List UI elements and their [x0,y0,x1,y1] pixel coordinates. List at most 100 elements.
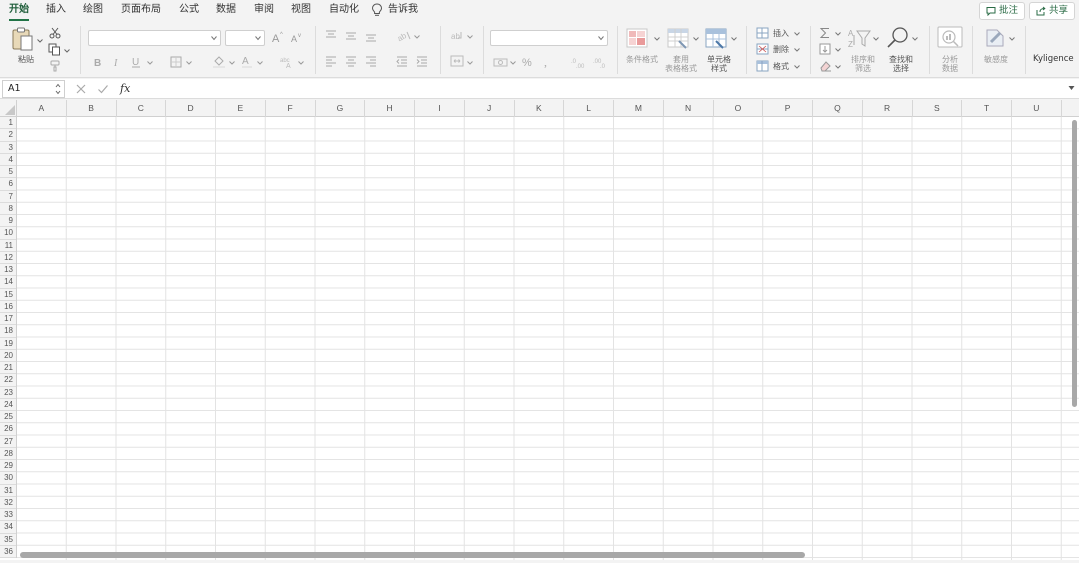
tab-review[interactable]: 审阅 [254,3,274,19]
row-header[interactable]: 20 [0,350,16,362]
borders-dropdown-icon[interactable] [186,61,192,65]
row-header[interactable]: 31 [0,485,16,497]
increase-font-icon[interactable]: A ^ [272,31,285,43]
column-header[interactable]: J [465,100,515,117]
formula-input[interactable] [138,80,1068,98]
find-select-button[interactable] [886,26,910,50]
conditional-format-dropdown-icon[interactable] [654,37,660,41]
column-header[interactable]: N [664,100,714,117]
name-box[interactable]: A1 [2,80,65,98]
column-header[interactable]: P [763,100,813,117]
row-header[interactable]: 10 [0,227,16,240]
insert-cells-label[interactable]: 插入 [773,29,789,38]
cut-icon[interactable] [49,27,61,39]
paste-dropdown-icon[interactable] [37,39,43,43]
borders-icon[interactable] [170,56,182,68]
percent-icon[interactable]: % [522,55,535,68]
row-header[interactable]: 36 [0,546,16,558]
autosum-dropdown-icon[interactable] [835,32,841,36]
column-header[interactable]: E [216,100,266,117]
row-header[interactable]: 26 [0,423,16,436]
decrease-font-icon[interactable]: Av [291,32,303,43]
column-header[interactable]: Q [813,100,863,117]
comments-button[interactable]: 批注 [979,2,1026,20]
orientation-icon[interactable]: ab [397,29,411,42]
tab-home[interactable]: 开始 [9,3,29,21]
merge-dropdown-icon[interactable] [467,61,473,65]
cell-styles-button[interactable] [705,27,729,49]
row-header[interactable]: 1 [0,117,16,130]
column-header[interactable]: U [1012,100,1062,117]
accounting-dropdown-icon[interactable] [510,61,516,65]
row-header[interactable]: 29 [0,460,16,473]
row-header[interactable]: 7 [0,191,16,203]
kyligence-button[interactable]: Kyligence [1033,55,1074,64]
underline-dropdown-icon[interactable] [147,61,153,65]
tab-insert[interactable]: 插入 [46,3,66,19]
column-header[interactable]: K [515,100,565,117]
name-box-spinner-icon[interactable] [55,83,61,95]
find-select-dropdown-icon[interactable] [912,37,918,41]
cell-area[interactable] [17,117,1079,563]
align-left-icon[interactable] [325,56,337,67]
tell-me-search[interactable]: 告诉我 [388,3,418,19]
row-header[interactable]: 24 [0,399,16,411]
bold-icon[interactable]: B [93,56,103,68]
sort-filter-button[interactable]: A Z [848,27,872,49]
select-all-corner[interactable] [0,100,17,117]
wrap-text-dropdown-icon[interactable] [467,35,473,39]
sort-filter-dropdown-icon[interactable] [873,37,879,41]
tab-draw[interactable]: 绘图 [83,3,103,19]
row-header[interactable]: 2 [0,129,16,142]
merge-center-icon[interactable] [450,55,464,67]
underline-icon[interactable]: U [131,56,143,68]
row-header[interactable]: 34 [0,521,16,534]
column-header[interactable]: H [365,100,415,117]
format-cells-icon[interactable] [756,60,769,72]
column-header[interactable]: M [614,100,664,117]
tab-automate[interactable]: 自动化 [329,3,359,19]
expand-formula-bar-icon[interactable] [1068,85,1075,91]
increase-indent-icon[interactable] [416,56,428,67]
row-header[interactable]: 11 [0,240,16,252]
row-header[interactable]: 18 [0,325,16,338]
column-header[interactable]: A [17,100,67,117]
row-header[interactable]: 9 [0,215,16,228]
autosum-icon[interactable] [819,27,831,39]
horizontal-scrollbar[interactable] [20,552,805,558]
font-color-icon[interactable]: A [241,55,253,68]
fill-dropdown-icon[interactable] [835,48,841,52]
copy-icon[interactable] [48,43,61,56]
format-painter-icon[interactable] [49,60,61,72]
fill-color-dropdown-icon[interactable] [229,61,235,65]
insert-cells-icon[interactable] [756,27,769,39]
row-header[interactable]: 33 [0,509,16,522]
row-header[interactable]: 8 [0,203,16,215]
column-header[interactable]: B [67,100,117,117]
column-header[interactable]: I [415,100,465,117]
column-header[interactable]: S [913,100,963,117]
wrap-text-icon[interactable]: ab [451,30,465,42]
tab-page-layout[interactable]: 页面布局 [121,3,161,19]
row-header[interactable]: 12 [0,252,16,264]
font-size-select[interactable] [225,30,265,46]
comma-style-icon[interactable]: , [543,55,553,68]
conditional-format-button[interactable] [626,27,650,49]
italic-icon[interactable]: I [112,56,122,68]
tab-formulas[interactable]: 公式 [179,3,199,19]
column-header[interactable]: L [564,100,614,117]
row-header[interactable]: 4 [0,154,16,166]
tab-view[interactable]: 视图 [291,3,311,19]
phonetic-guide-icon[interactable]: abcA [280,55,296,68]
confirm-entry-icon[interactable] [97,83,109,95]
phonetic-dropdown-icon[interactable] [298,61,304,65]
row-header[interactable]: 21 [0,362,16,375]
align-middle-icon[interactable] [345,31,357,42]
row-header[interactable]: 35 [0,534,16,546]
column-header[interactable]: R [863,100,913,117]
tab-data[interactable]: 数据 [216,3,236,19]
decrease-indent-icon[interactable] [396,56,408,67]
vertical-scrollbar[interactable] [1072,120,1077,407]
row-header[interactable]: 22 [0,374,16,387]
fill-color-icon[interactable] [212,55,226,68]
